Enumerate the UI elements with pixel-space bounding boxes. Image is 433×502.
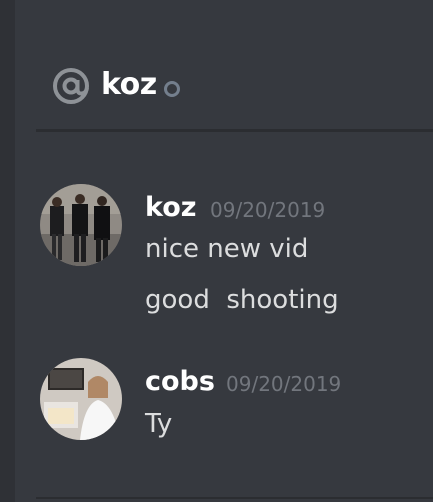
sidebar-edge — [0, 0, 15, 502]
message-author[interactable]: koz — [145, 192, 197, 224]
message-timestamp: 09/20/2019 — [210, 198, 326, 222]
message-divider — [36, 497, 433, 499]
at-icon — [53, 68, 89, 104]
channel-header — [15, 0, 433, 128]
message-text: Ty — [145, 409, 173, 439]
avatar[interactable] — [40, 184, 122, 266]
message-author[interactable]: cobs — [145, 366, 215, 398]
channel-title: koz — [101, 67, 157, 102]
message-text: good shooting — [145, 285, 339, 315]
message-timestamp: 09/20/2019 — [226, 372, 342, 396]
message-text: nice new vid — [145, 234, 309, 264]
offline-status-icon — [164, 81, 180, 97]
avatar[interactable] — [40, 358, 122, 440]
header-divider — [36, 129, 433, 132]
